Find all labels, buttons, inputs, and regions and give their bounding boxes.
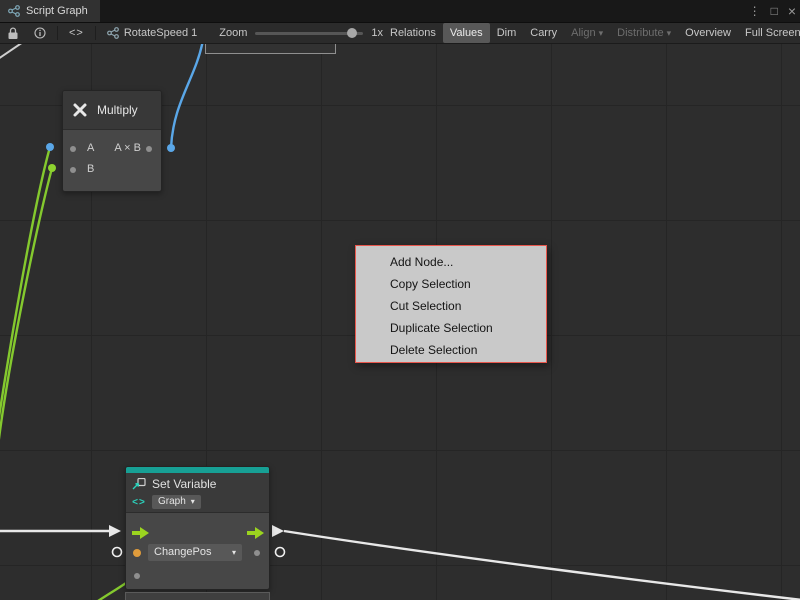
chevron-down-icon: ▾ xyxy=(191,495,195,509)
window-controls: ⋮ □ × xyxy=(749,0,796,22)
toolbar-separator xyxy=(57,26,58,40)
window-maximize-icon[interactable]: □ xyxy=(771,4,778,18)
port-endpoint-blue[interactable] xyxy=(167,144,175,152)
window-menu-icon[interactable]: ⋮ xyxy=(749,4,761,18)
port-a-label: A xyxy=(87,142,94,154)
script-graph-icon xyxy=(8,5,20,17)
wire-white-flow-out xyxy=(284,531,800,600)
dim-button[interactable]: Dim xyxy=(490,23,524,43)
window-close-icon[interactable]: × xyxy=(788,3,796,19)
code-view-button[interactable]: <> xyxy=(61,27,92,39)
node-set-variable[interactable]: Set Variable <> Graph ▾ ChangePos ▾ xyxy=(125,466,270,590)
relations-button[interactable]: Relations xyxy=(383,23,443,43)
info-icon[interactable] xyxy=(26,27,54,39)
distribute-dropdown[interactable]: Distribute xyxy=(610,23,678,43)
port-ring-right[interactable] xyxy=(276,548,285,557)
graph-breadcrumb[interactable]: RotateSpeed 1 xyxy=(99,27,205,39)
carry-button[interactable]: Carry xyxy=(523,23,564,43)
toolbar-right-group: Relations Values Dim Carry Align Distrib… xyxy=(383,23,800,43)
zoom-value: 1x xyxy=(371,27,383,39)
port-extra-input[interactable] xyxy=(134,573,140,579)
menu-item-add-node[interactable]: Add Node... xyxy=(356,251,546,273)
port-ring-left[interactable] xyxy=(113,548,122,557)
port-endpoint-blue-a[interactable] xyxy=(46,143,54,151)
script-graph-icon xyxy=(107,27,119,39)
flow-arrowhead-out xyxy=(272,525,284,537)
menu-item-cut-selection[interactable]: Cut Selection xyxy=(356,295,546,317)
multiply-node-title: Multiply xyxy=(97,103,138,117)
multiply-node-body: A A × B B xyxy=(63,130,161,192)
overview-button[interactable]: Overview xyxy=(678,23,738,43)
variable-name-dropdown[interactable]: ChangePos ▾ xyxy=(148,544,242,561)
wire-green-a xyxy=(0,147,50,430)
port-input-b[interactable] xyxy=(70,167,76,173)
titlebar: Script Graph ⋮ □ × xyxy=(0,0,800,22)
graph-canvas[interactable]: Multiply A A × B B Set Variable <> xyxy=(0,44,800,600)
context-menu: Add Node... Copy Selection Cut Selection… xyxy=(355,245,547,363)
flow-input-port[interactable] xyxy=(132,526,150,538)
set-variable-footer-section xyxy=(125,592,270,600)
port-output-axb[interactable] xyxy=(146,146,152,152)
graph-name-label: RotateSpeed 1 xyxy=(124,27,197,39)
menu-item-duplicate-selection[interactable]: Duplicate Selection xyxy=(356,317,546,339)
set-variable-title: Set Variable xyxy=(152,477,216,491)
wire-blue xyxy=(171,44,203,148)
zoom-label: Zoom xyxy=(219,27,247,39)
flow-output-port[interactable] xyxy=(247,526,265,538)
tab-label: Script Graph xyxy=(26,5,88,17)
variables-icon: <> xyxy=(132,497,146,508)
graph-toolbar: <> RotateSpeed 1 Zoom 1x Relations Value… xyxy=(0,22,800,44)
set-variable-header[interactable]: Set Variable <> Graph ▾ xyxy=(126,473,269,513)
port-out-label: A × B xyxy=(114,142,141,154)
node-multiply[interactable]: Multiply A A × B B xyxy=(62,90,162,192)
chevron-down-icon: ▾ xyxy=(232,544,236,561)
multiply-icon xyxy=(71,101,89,119)
variable-kind-label: Graph xyxy=(158,495,186,509)
port-input-a[interactable] xyxy=(70,146,76,152)
flow-arrowhead-in xyxy=(109,525,121,537)
menu-item-delete-selection[interactable]: Delete Selection xyxy=(356,339,546,361)
align-dropdown[interactable]: Align xyxy=(564,23,610,43)
lock-icon[interactable] xyxy=(0,27,26,40)
zoom-slider-handle[interactable] xyxy=(347,28,357,38)
set-variable-icon xyxy=(132,478,146,490)
multiply-node-header[interactable]: Multiply xyxy=(63,91,161,130)
menu-item-copy-selection[interactable]: Copy Selection xyxy=(356,273,546,295)
values-button[interactable]: Values xyxy=(443,23,490,43)
collapsed-node[interactable] xyxy=(205,44,336,54)
variable-name-label: ChangePos xyxy=(154,544,212,561)
toolbar-separator xyxy=(95,26,96,40)
port-value-input[interactable] xyxy=(133,549,141,557)
wire-white-topleft xyxy=(0,44,32,59)
set-variable-body: ChangePos ▾ xyxy=(126,513,269,589)
zoom-control: Zoom 1x xyxy=(205,27,383,39)
variable-kind-dropdown[interactable]: Graph ▾ xyxy=(152,495,201,509)
port-value-output[interactable] xyxy=(254,550,260,556)
tab-script-graph[interactable]: Script Graph xyxy=(0,0,100,22)
full-screen-button[interactable]: Full Screen xyxy=(738,23,800,43)
port-b-label: B xyxy=(87,163,94,175)
zoom-slider[interactable] xyxy=(255,32,363,35)
wire-green-b xyxy=(0,168,52,455)
port-endpoint-green-b[interactable] xyxy=(48,164,56,172)
